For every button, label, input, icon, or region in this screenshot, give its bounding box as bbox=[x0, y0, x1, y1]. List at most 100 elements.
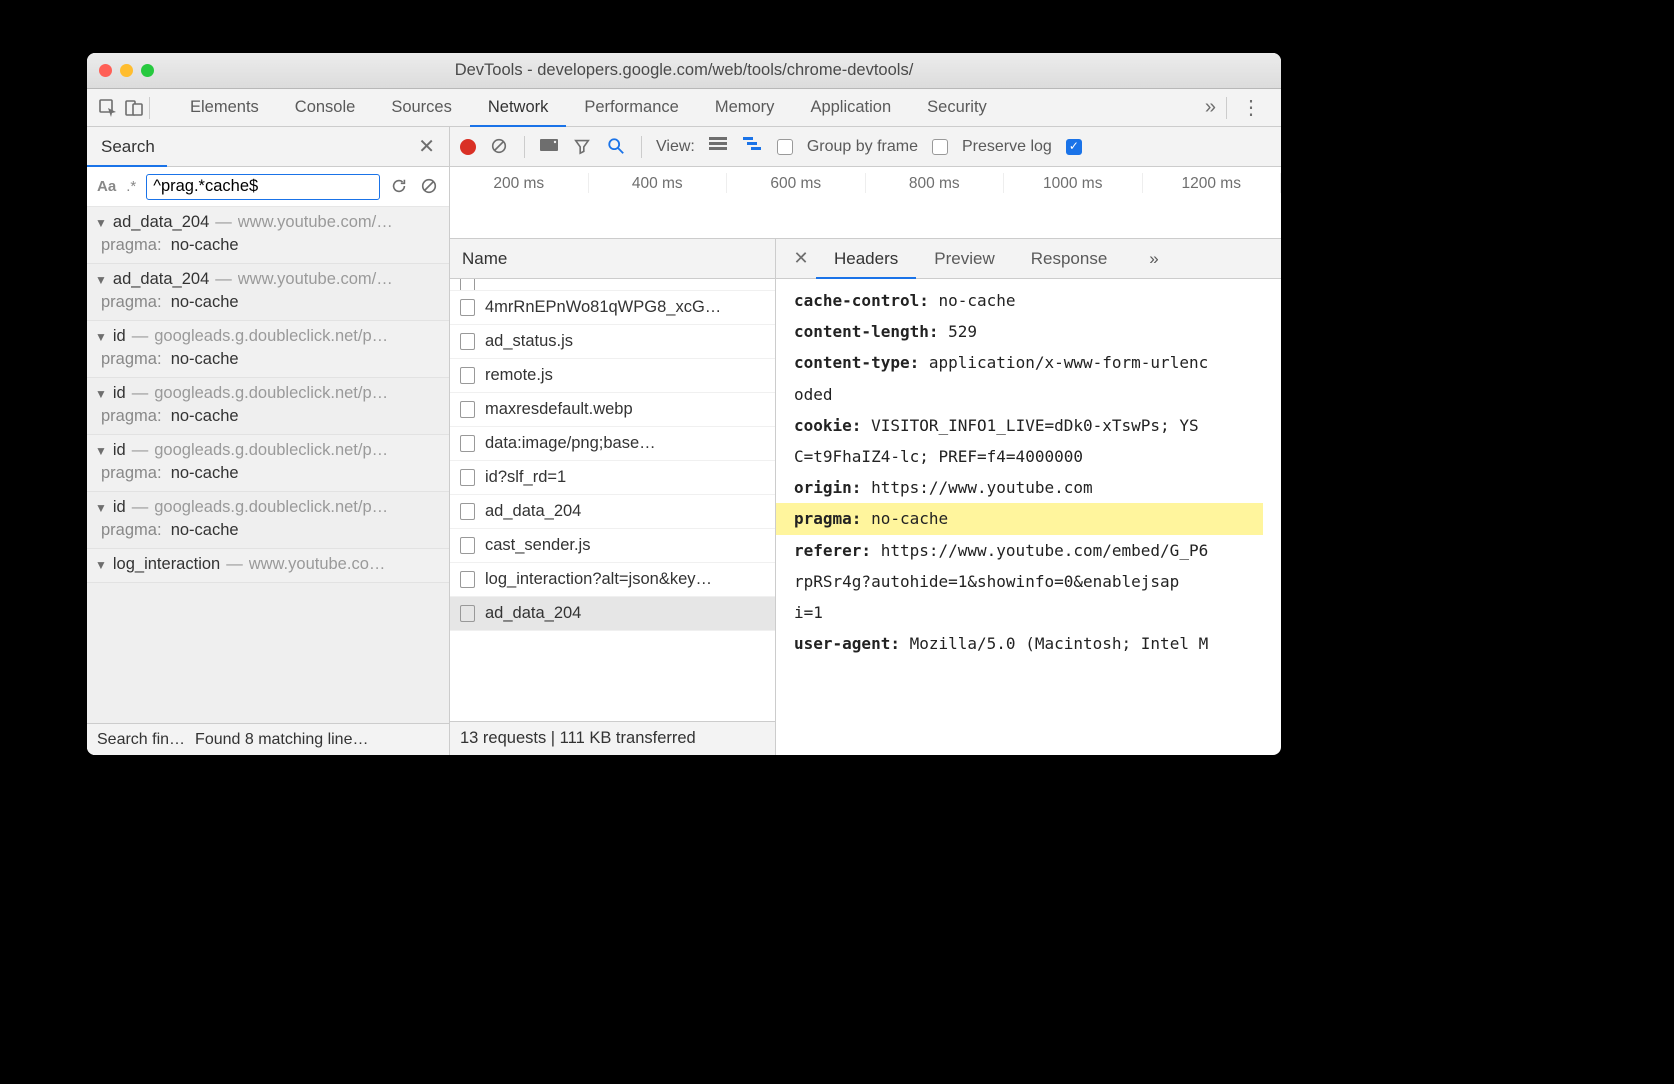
request-row[interactable]: id?slf_rd=1 bbox=[450, 461, 775, 495]
search-status-right: Found 8 matching line… bbox=[195, 731, 368, 749]
network-timeline[interactable]: 200 ms400 ms600 ms800 ms1000 ms1200 ms bbox=[450, 167, 1281, 239]
file-icon bbox=[460, 571, 475, 588]
tab-memory[interactable]: Memory bbox=[697, 89, 793, 127]
details-tab-headers[interactable]: Headers bbox=[816, 239, 916, 279]
header-line: i=1 bbox=[794, 597, 1281, 628]
search-result-item[interactable]: ▼ad_data_204—www.youtube.com/…pragma: no… bbox=[87, 264, 449, 321]
preserve-log-label: Preserve log bbox=[962, 138, 1052, 156]
header-line: referer: https://www.youtube.com/embed/G… bbox=[794, 535, 1281, 566]
file-icon bbox=[460, 503, 475, 520]
network-toolbar: View: Group by frame Preserve log bbox=[450, 127, 1281, 167]
group-by-frame-label: Group by frame bbox=[807, 138, 918, 156]
timeline-tick: 600 ms bbox=[727, 173, 866, 193]
tab-network[interactable]: Network bbox=[470, 89, 567, 127]
request-row[interactable]: ad_data_204 bbox=[450, 495, 775, 529]
screenshot-icon[interactable] bbox=[539, 137, 559, 157]
tab-security[interactable]: Security bbox=[909, 89, 1005, 127]
file-icon bbox=[460, 299, 475, 316]
request-row[interactable]: ad_data_204 bbox=[450, 597, 775, 631]
file-icon bbox=[460, 537, 475, 554]
name-column-header[interactable]: Name bbox=[450, 239, 775, 279]
search-result-item[interactable]: ▼ad_data_204—www.youtube.com/…pragma: no… bbox=[87, 207, 449, 264]
tab-application[interactable]: Application bbox=[792, 89, 909, 127]
match-case-toggle[interactable]: Aa bbox=[97, 178, 116, 195]
tab-performance[interactable]: Performance bbox=[566, 89, 696, 127]
header-line: rpRSr4g?autohide=1&showinfo=0&enablejsap bbox=[794, 566, 1281, 597]
filter-icon[interactable] bbox=[573, 137, 593, 157]
file-icon bbox=[460, 333, 475, 350]
search-icon[interactable] bbox=[607, 137, 627, 157]
settings-menu-icon[interactable]: ⋮ bbox=[1231, 95, 1271, 120]
request-row[interactable]: remote.js bbox=[450, 359, 775, 393]
header-line: pragma: no-cache bbox=[776, 503, 1263, 534]
details-overflow-icon[interactable]: » bbox=[1131, 239, 1176, 279]
details-tab-response[interactable]: Response bbox=[1013, 239, 1126, 279]
search-input[interactable] bbox=[146, 174, 380, 200]
regex-toggle[interactable]: .* bbox=[126, 178, 136, 195]
preserve-log-checkbox[interactable] bbox=[932, 139, 948, 155]
overflow-tabs-icon[interactable]: » bbox=[1199, 96, 1222, 119]
minimize-window-button[interactable] bbox=[120, 64, 133, 77]
large-rows-icon[interactable] bbox=[709, 137, 729, 157]
search-result-item[interactable]: ▼id—googleads.g.doubleclick.net/p…pragma… bbox=[87, 378, 449, 435]
header-line: C=t9FhaIZ4-lc; PREF=f4=4000000 bbox=[794, 441, 1281, 472]
divider bbox=[1226, 97, 1227, 119]
request-row[interactable]: cast_sender.js bbox=[450, 529, 775, 563]
search-header: Search ✕ bbox=[87, 127, 449, 167]
search-result-item[interactable]: ▼log_interaction—www.youtube.co… bbox=[87, 549, 449, 583]
timeline-tick: 200 ms bbox=[450, 173, 589, 193]
inspect-element-icon[interactable] bbox=[97, 97, 119, 119]
window-title: DevTools - developers.google.com/web/too… bbox=[455, 61, 914, 80]
close-window-button[interactable] bbox=[99, 64, 112, 77]
tab-console[interactable]: Console bbox=[277, 89, 374, 127]
search-footer: Search fin… Found 8 matching line… bbox=[87, 723, 449, 755]
search-result-item[interactable]: ▼id—googleads.g.doubleclick.net/p…pragma… bbox=[87, 435, 449, 492]
clear-log-icon[interactable] bbox=[490, 137, 510, 157]
tab-sources[interactable]: Sources bbox=[373, 89, 470, 127]
request-list: Name 4mrRnEPnWo81qWPG8_xcG…ad_status.jsr… bbox=[450, 239, 776, 755]
devtools-window: DevTools - developers.google.com/web/too… bbox=[87, 53, 1281, 755]
refresh-search-icon[interactable] bbox=[390, 177, 409, 197]
header-line: cache-control: no-cache bbox=[794, 285, 1281, 316]
disable-cache-checkbox[interactable] bbox=[1066, 139, 1082, 155]
search-result-item[interactable]: ▼id—googleads.g.doubleclick.net/p…pragma… bbox=[87, 321, 449, 378]
waterfall-icon[interactable] bbox=[743, 137, 763, 157]
timeline-tick: 400 ms bbox=[589, 173, 728, 193]
request-row[interactable]: ad_status.js bbox=[450, 325, 775, 359]
details-tab-preview[interactable]: Preview bbox=[916, 239, 1012, 279]
close-details-button[interactable]: ✕ bbox=[786, 239, 816, 279]
request-row[interactable]: maxresdefault.webp bbox=[450, 393, 775, 427]
divider bbox=[641, 136, 642, 158]
request-details: ✕ HeadersPreviewResponse » cache-control… bbox=[776, 239, 1281, 755]
group-by-frame-checkbox[interactable] bbox=[777, 139, 793, 155]
search-toolbar: Aa .* bbox=[87, 167, 449, 207]
record-button[interactable] bbox=[460, 139, 476, 155]
window-controls bbox=[99, 64, 154, 77]
request-summary: 13 requests | 111 KB transferred bbox=[450, 721, 775, 755]
header-line: origin: https://www.youtube.com bbox=[794, 472, 1281, 503]
divider bbox=[149, 97, 150, 119]
file-icon bbox=[460, 367, 475, 384]
close-search-button[interactable]: ✕ bbox=[418, 134, 435, 159]
network-panel: View: Group by frame Preserve log 200 ms… bbox=[450, 127, 1281, 755]
headers-content: cache-control: no-cachecontent-length: 5… bbox=[776, 279, 1281, 755]
clear-search-icon[interactable] bbox=[420, 177, 439, 197]
timeline-tick: 1200 ms bbox=[1143, 173, 1282, 193]
file-icon bbox=[460, 435, 475, 452]
header-line: content-type: application/x-www-form-url… bbox=[794, 347, 1281, 378]
divider bbox=[524, 136, 525, 158]
request-row[interactable]: 4mrRnEPnWo81qWPG8_xcG… bbox=[450, 291, 775, 325]
file-icon bbox=[460, 401, 475, 418]
tab-elements[interactable]: Elements bbox=[172, 89, 277, 127]
header-line: user-agent: Mozilla/5.0 (Macintosh; Inte… bbox=[794, 628, 1281, 659]
device-toggle-icon[interactable] bbox=[123, 97, 145, 119]
header-line: cookie: VISITOR_INFO1_LIVE=dDk0-xTswPs; … bbox=[794, 410, 1281, 441]
request-row[interactable]: log_interaction?alt=json&key… bbox=[450, 563, 775, 597]
search-title: Search bbox=[101, 137, 155, 157]
search-status-left: Search fin… bbox=[97, 731, 185, 749]
maximize-window-button[interactable] bbox=[141, 64, 154, 77]
search-result-item[interactable]: ▼id—googleads.g.doubleclick.net/p…pragma… bbox=[87, 492, 449, 549]
main-body: Search ✕ Aa .* ▼ad_data_204—www.youtube.… bbox=[87, 127, 1281, 755]
request-row[interactable]: data:image/png;base… bbox=[450, 427, 775, 461]
network-body: Name 4mrRnEPnWo81qWPG8_xcG…ad_status.jsr… bbox=[450, 239, 1281, 755]
